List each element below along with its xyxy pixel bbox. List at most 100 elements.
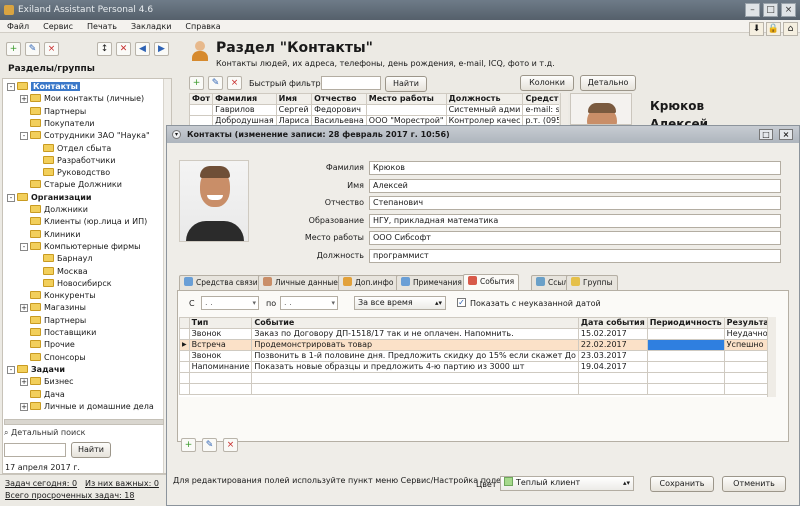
- dialog-menu-icon[interactable]: ▾: [172, 130, 181, 139]
- tree-item[interactable]: + Личные и домашние дела: [20, 401, 154, 413]
- expand-icon[interactable]: +: [20, 95, 28, 104]
- home-icon[interactable]: ⌂: [783, 22, 798, 36]
- event-row[interactable]: ▶ Встреча Продемонстрировать товар 22.02.20…: [179, 339, 767, 351]
- event-cell[interactable]: [646, 361, 725, 373]
- tree-item[interactable]: + Мои контакты (личные): [20, 93, 144, 105]
- expand-icon[interactable]: +: [20, 378, 28, 387]
- tasks-important-link[interactable]: Из них важных: 0: [85, 479, 159, 488]
- events-column-header[interactable]: Дата события: [577, 317, 648, 329]
- event-cell[interactable]: Успешно: [723, 339, 767, 351]
- table-row[interactable]: Добродушная Лариса Васильевна ООО "Морестро…: [189, 115, 559, 125]
- menu-file[interactable]: Файл: [0, 20, 36, 33]
- column-header[interactable]: Имя: [275, 93, 313, 105]
- tree-item[interactable]: Руководство: [33, 167, 110, 179]
- event-row[interactable]: Напоминание Показать новые образцы и пред…: [179, 361, 767, 373]
- tree-item[interactable]: - Контакты: [7, 81, 80, 93]
- date-from-input[interactable]: . . ▾: [201, 296, 259, 310]
- event-cell[interactable]: Заказ по Договору ДП-1518/17 так и не оп…: [251, 328, 579, 340]
- menu-service[interactable]: Сервис: [36, 20, 80, 33]
- tab-notes[interactable]: Примечания: [396, 275, 467, 290]
- cancel-button[interactable]: Отменить: [722, 476, 786, 492]
- collapse-icon[interactable]: -: [7, 83, 15, 91]
- download-icon[interactable]: ⬇: [749, 22, 764, 36]
- tree-item[interactable]: Партнеры: [20, 106, 86, 118]
- events-column-header[interactable]: Результат: [723, 317, 767, 329]
- tree-item[interactable]: Конкуренты: [20, 290, 96, 302]
- columns-button[interactable]: Колонки: [520, 75, 574, 91]
- tree-item[interactable]: Барнаул: [33, 253, 92, 265]
- tree-item[interactable]: Новосибирск: [33, 278, 112, 290]
- expand-icon[interactable]: +: [20, 402, 28, 411]
- tree-item[interactable]: Спонсоры: [20, 352, 86, 364]
- delete-contact-icon[interactable]: ×: [227, 76, 242, 90]
- events-column-header[interactable]: Периодичность: [646, 317, 725, 329]
- event-cell[interactable]: [646, 350, 725, 362]
- tree-item[interactable]: - Задачи: [7, 364, 65, 376]
- remove-icon[interactable]: ✕: [116, 42, 131, 56]
- tab-events[interactable]: События: [463, 274, 520, 290]
- contact-photo[interactable]: [179, 160, 249, 242]
- tree-item[interactable]: - Организации: [7, 192, 91, 204]
- tab-personal[interactable]: Личные данные: [258, 275, 343, 290]
- menu-print[interactable]: Печать: [80, 20, 124, 33]
- tree-item[interactable]: Должники: [20, 204, 88, 216]
- add-contact-icon[interactable]: +: [189, 76, 204, 90]
- tree-item[interactable]: Покупатели: [20, 118, 95, 130]
- field-input[interactable]: ООО Сибсофт: [369, 231, 781, 245]
- field-input[interactable]: Степанович: [369, 196, 781, 210]
- event-cell[interactable]: [646, 328, 725, 340]
- maximize-button[interactable]: □: [763, 3, 778, 17]
- tab-extra[interactable]: Доп.инфо: [338, 275, 399, 290]
- left-search-button[interactable]: Найти: [71, 442, 111, 458]
- tree-item[interactable]: Дача: [20, 389, 65, 401]
- field-input[interactable]: Крюков: [369, 161, 781, 175]
- event-cell[interactable]: Показать новые образцы и предложить 4-ю …: [251, 361, 579, 373]
- event-cell[interactable]: 23.03.2017: [577, 350, 648, 362]
- collapse-icon[interactable]: -: [7, 193, 15, 202]
- event-row[interactable]: Звонок Заказ по Договору ДП-1518/17 так и…: [179, 328, 767, 340]
- field-input[interactable]: НГУ, прикладная математика: [369, 213, 781, 228]
- event-cell[interactable]: Встреча: [188, 339, 253, 351]
- detail-search-label[interactable]: ⌕ Детальный поиск: [4, 428, 85, 438]
- event-row[interactable]: Звонок Позвонить в 1-й половине дня. Пред…: [179, 350, 767, 362]
- collapse-icon[interactable]: -: [7, 365, 15, 374]
- event-cell[interactable]: [723, 350, 767, 362]
- events-table-scrollbar[interactable]: [767, 317, 776, 397]
- date-to-input[interactable]: . . ▾: [280, 296, 338, 310]
- minimize-button[interactable]: –: [745, 3, 760, 17]
- edit-group-icon[interactable]: ✎: [25, 42, 40, 56]
- edit-event-icon[interactable]: ✎: [202, 438, 217, 452]
- delete-event-icon[interactable]: ×: [223, 438, 238, 452]
- quick-filter-input[interactable]: [321, 76, 381, 90]
- events-column-header[interactable]: Тип: [188, 317, 253, 329]
- sort-icon[interactable]: ↕: [97, 42, 112, 56]
- contacts-table-scrollbar[interactable]: [560, 93, 568, 125]
- close-button[interactable]: ×: [781, 3, 796, 17]
- tree-item[interactable]: Партнеры: [20, 315, 86, 327]
- arrow-left-icon[interactable]: ◀: [135, 42, 150, 56]
- tasks-today-link[interactable]: Задач сегодня: 0: [5, 479, 77, 488]
- tree-item[interactable]: Клиенты (юр.лица и ИП): [20, 216, 147, 228]
- tree-item[interactable]: - Компьютерные фирмы: [20, 241, 140, 253]
- collapse-icon[interactable]: -: [20, 242, 28, 251]
- column-header[interactable]: Место работы: [365, 93, 447, 105]
- column-header[interactable]: Должность: [445, 93, 524, 105]
- field-input[interactable]: программист: [369, 248, 781, 263]
- show-undated-checkbox[interactable]: ✓: [457, 298, 466, 307]
- event-cell[interactable]: 19.04.2017: [577, 361, 648, 373]
- tree-item[interactable]: Поставщики: [20, 327, 96, 339]
- tree-item[interactable]: + Магазины: [20, 302, 86, 314]
- event-cell[interactable]: [723, 361, 767, 373]
- tree-item[interactable]: Москва: [33, 266, 88, 278]
- column-header[interactable]: Средств: [522, 93, 559, 105]
- column-header[interactable]: Отчество: [311, 93, 367, 105]
- expand-icon[interactable]: +: [20, 304, 28, 313]
- event-cell[interactable]: Напоминание: [188, 361, 253, 373]
- menu-help[interactable]: Справка: [178, 20, 227, 33]
- lock-icon[interactable]: 🔒: [766, 22, 781, 36]
- add-event-icon[interactable]: +: [181, 438, 196, 452]
- dialog-maximize-button[interactable]: □: [759, 129, 773, 140]
- event-cell[interactable]: Позвонить в 1-й половине дня. Предложить…: [251, 350, 579, 362]
- field-input[interactable]: Алексей: [369, 178, 781, 193]
- tree-item[interactable]: Прочие: [20, 339, 75, 351]
